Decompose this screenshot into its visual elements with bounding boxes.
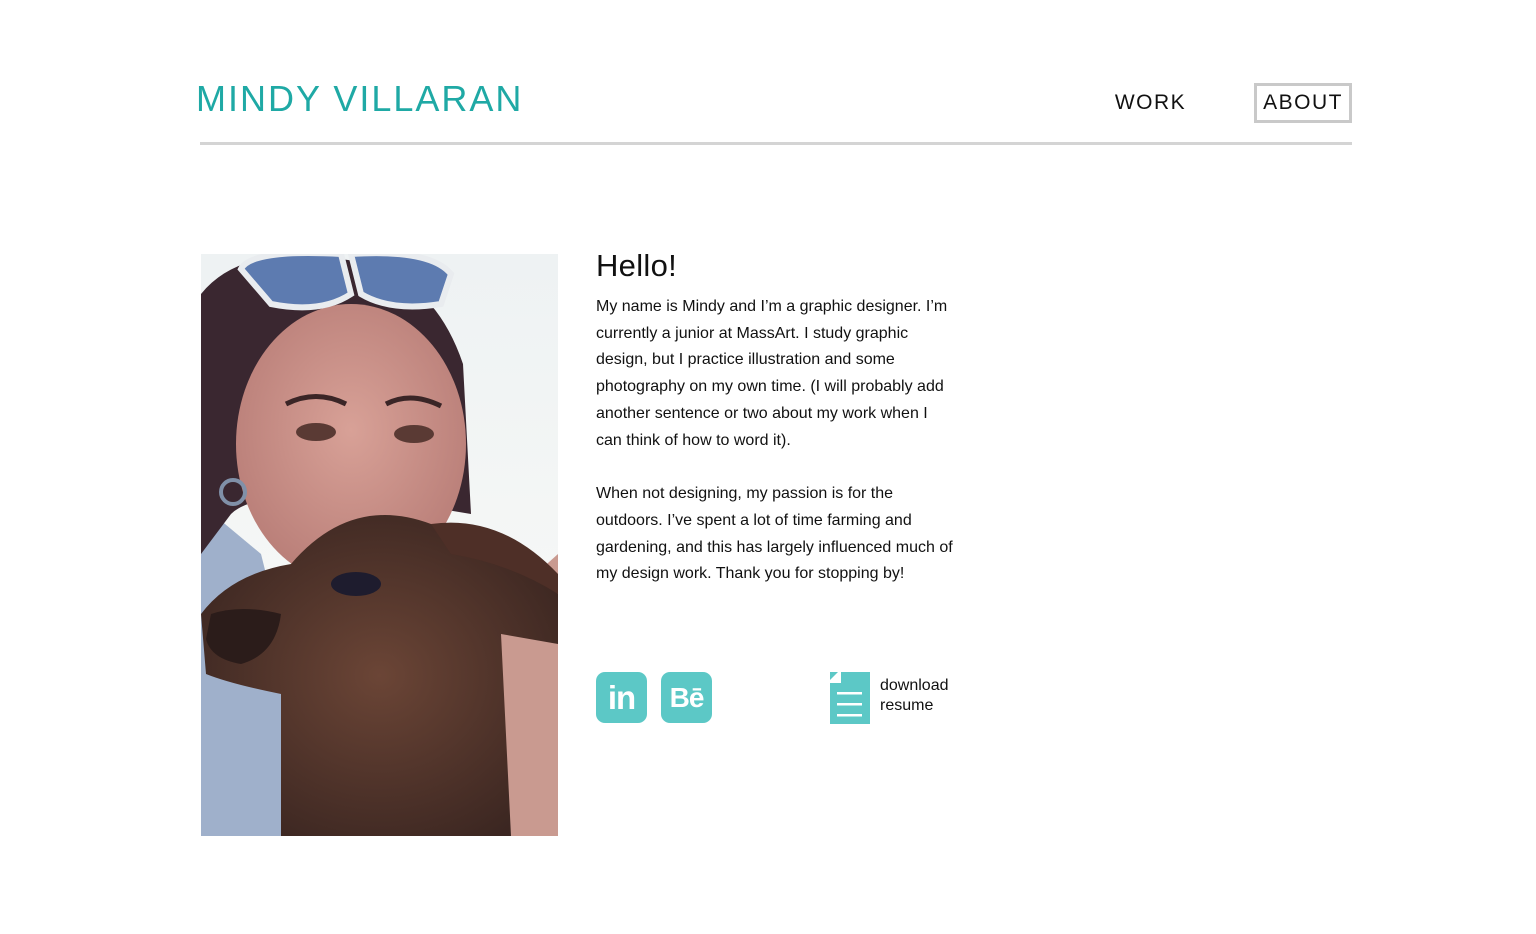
- about-paragraph-1: My name is Mindy and I’m a graphic desig…: [596, 298, 948, 449]
- behance-icon[interactable]: Bē: [661, 672, 712, 723]
- main-nav: WORK ABOUT: [1107, 83, 1352, 123]
- about-paragraph-2: When not designing, my passion is for th…: [596, 485, 953, 583]
- social-links: in Bē download resume: [596, 672, 976, 724]
- site-title[interactable]: MINDY VILLARAN: [196, 78, 523, 120]
- about-section: Hello! My name is Mindy and I’m a graphi…: [596, 248, 956, 615]
- document-icon: [830, 672, 870, 724]
- header-divider: [200, 142, 1352, 145]
- linkedin-icon[interactable]: in: [596, 672, 647, 723]
- site-header: MINDY VILLARAN WORK ABOUT: [196, 78, 1352, 146]
- nav-work-link[interactable]: WORK: [1107, 85, 1194, 121]
- nav-about-link[interactable]: ABOUT: [1254, 83, 1352, 123]
- about-heading: Hello!: [596, 248, 678, 283]
- download-resume-link[interactable]: download resume: [830, 672, 960, 724]
- download-resume-label: download resume: [880, 677, 949, 714]
- portrait-photo: [201, 254, 558, 836]
